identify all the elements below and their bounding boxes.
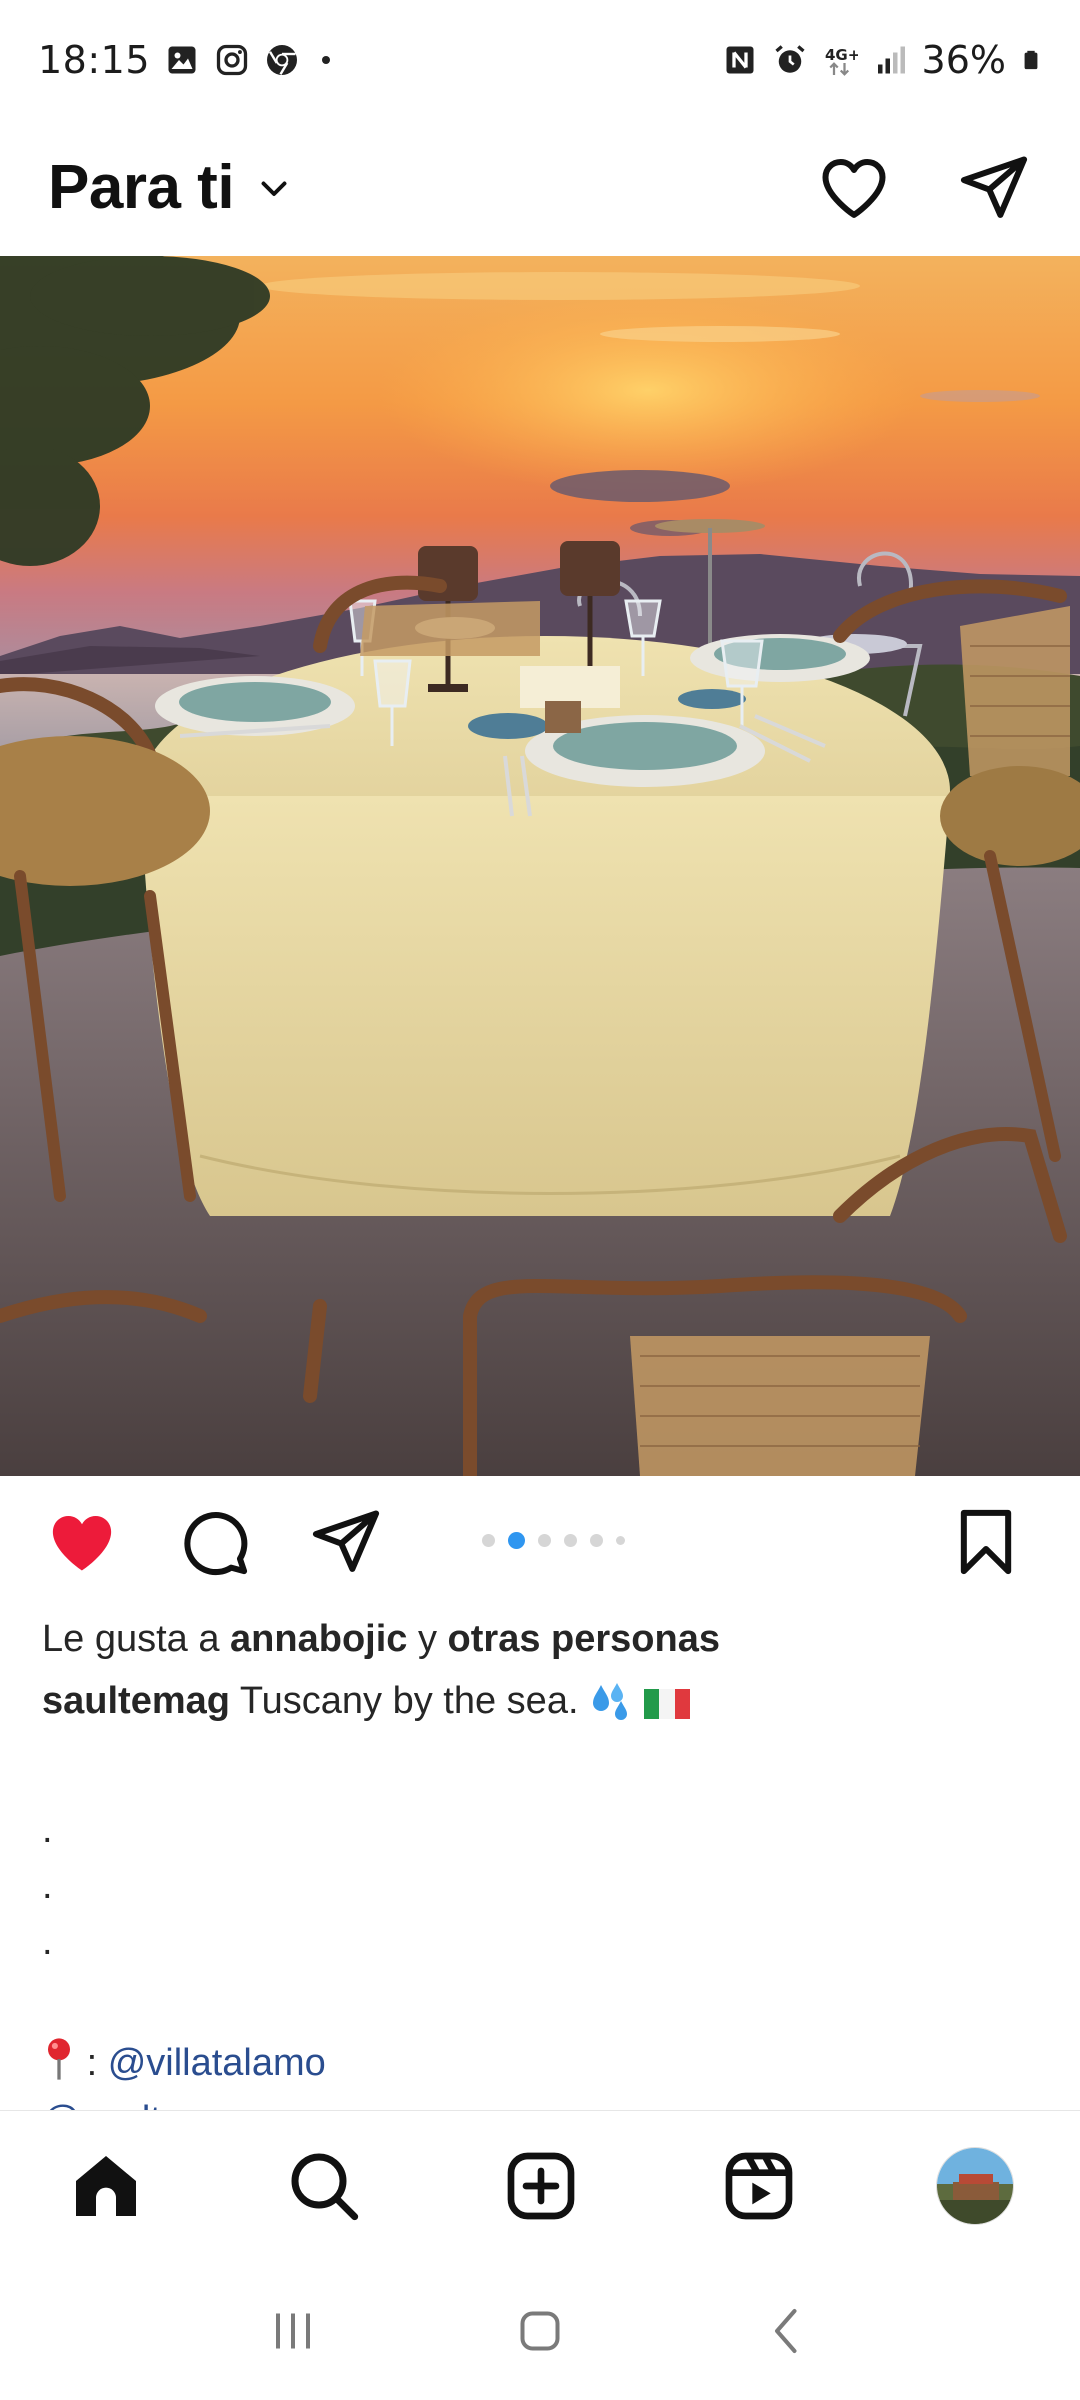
caption-dot: . bbox=[42, 1921, 53, 1963]
carousel-dot bbox=[590, 1534, 603, 1547]
carousel-dot bbox=[538, 1534, 551, 1547]
bottom-nav-bar bbox=[0, 2110, 1080, 2260]
back-icon[interactable] bbox=[757, 2301, 817, 2361]
system-nav-bar bbox=[0, 2262, 1080, 2400]
app-header: Para ti bbox=[0, 120, 1080, 255]
avatar-photo bbox=[937, 2147, 1013, 2224]
search-icon[interactable] bbox=[284, 2146, 364, 2226]
bookmark-icon[interactable] bbox=[948, 1504, 1024, 1580]
status-left: 18:15 bbox=[38, 38, 338, 82]
svg-text:4G+: 4G+ bbox=[825, 46, 858, 64]
caption-text: Tuscany by the sea. bbox=[239, 1680, 579, 1722]
carousel-dot bbox=[482, 1534, 495, 1547]
caption-dot: . bbox=[42, 1809, 53, 1851]
caption-dot: . bbox=[42, 1865, 53, 1907]
header-actions bbox=[816, 150, 1032, 226]
water-drops-icon bbox=[589, 1678, 633, 1740]
home-icon[interactable] bbox=[66, 2146, 146, 2226]
instagram-icon bbox=[216, 44, 248, 76]
likes-others[interactable]: otras personas bbox=[448, 1618, 720, 1660]
pin-icon bbox=[48, 2038, 70, 2080]
status-time: 18:15 bbox=[38, 38, 151, 82]
comment-icon[interactable] bbox=[176, 1504, 252, 1580]
create-icon[interactable] bbox=[501, 2146, 581, 2226]
post-actions-left bbox=[44, 1504, 384, 1580]
home-button-icon[interactable] bbox=[510, 2301, 570, 2361]
signal-icon bbox=[877, 46, 905, 74]
status-bar: 18:15 4G+ 36% bbox=[0, 0, 1080, 120]
location-separator: : bbox=[86, 2042, 98, 2084]
caption-line: saultemag Tuscany by the sea. bbox=[42, 1670, 1042, 1740]
carousel-dot-active bbox=[508, 1532, 525, 1549]
likes-line[interactable]: Le gusta a annabojic y otras personas bbox=[42, 1608, 1042, 1670]
direct-message-icon[interactable] bbox=[956, 150, 1032, 226]
italy-flag-icon bbox=[643, 1678, 690, 1740]
dot-icon bbox=[322, 56, 331, 64]
battery-percent: 36% bbox=[921, 38, 1006, 82]
4g-icon: 4G+ bbox=[825, 46, 858, 76]
feed-selector[interactable]: Para ti bbox=[48, 152, 292, 223]
profile-avatar[interactable] bbox=[936, 2146, 1014, 2225]
carousel-dot bbox=[616, 1536, 625, 1545]
carousel-dot bbox=[564, 1534, 577, 1547]
status-right: 4G+ 36% bbox=[722, 38, 1042, 82]
feed-title[interactable]: Para ti bbox=[48, 152, 235, 223]
post-action-row bbox=[0, 1476, 1080, 1608]
chrome-icon bbox=[267, 45, 298, 75]
likes-prefix: Le gusta a bbox=[42, 1618, 220, 1660]
instagram-feed-screen: 18:15 4G+ 36% Para ti Le gusta a annaboj… bbox=[0, 0, 1080, 2400]
battery-icon bbox=[1024, 50, 1038, 70]
post-photo-art bbox=[0, 256, 1080, 1476]
nfc-icon bbox=[726, 46, 754, 74]
alarm-icon bbox=[774, 45, 805, 73]
post-caption: Le gusta a annabojic y otras personas sa… bbox=[42, 1608, 1042, 2146]
likes-joiner: y bbox=[417, 1618, 437, 1660]
carousel-indicator bbox=[482, 1532, 625, 1549]
like-heart-filled-icon[interactable] bbox=[44, 1504, 120, 1580]
location-line: : @villatalamo bbox=[42, 2032, 1042, 2094]
caption-user[interactable]: saultemag bbox=[42, 1680, 230, 1722]
share-icon[interactable] bbox=[308, 1504, 384, 1580]
gallery-icon bbox=[168, 46, 196, 74]
reels-icon[interactable] bbox=[719, 2146, 799, 2226]
heart-icon[interactable] bbox=[816, 150, 892, 226]
location-mention-link[interactable]: @villatalamo bbox=[108, 2042, 326, 2084]
post-photo[interactable] bbox=[0, 256, 1080, 1476]
recents-icon[interactable] bbox=[263, 2301, 323, 2361]
chevron-down-icon[interactable] bbox=[256, 170, 292, 206]
likes-user[interactable]: annabojic bbox=[230, 1618, 407, 1660]
